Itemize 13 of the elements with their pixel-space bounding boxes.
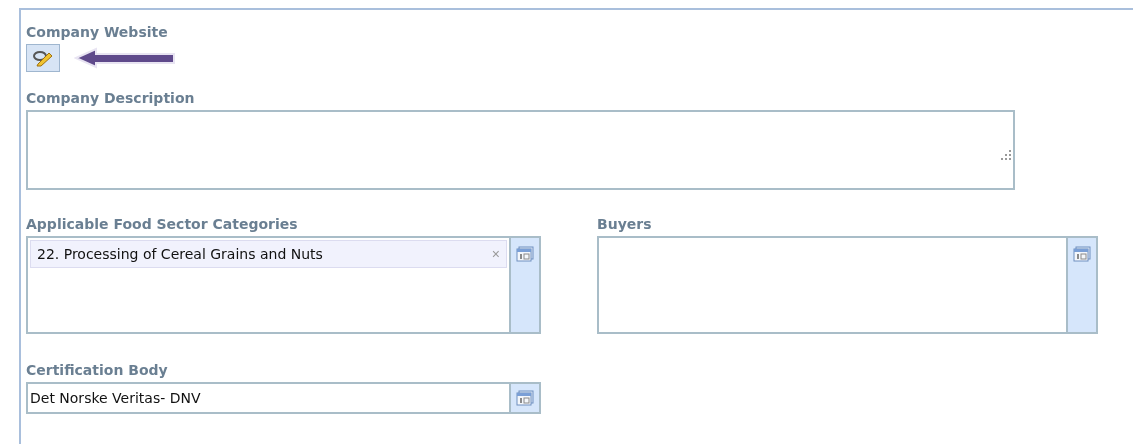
field-label: Buyers: [597, 216, 652, 232]
tag-text: 22. Processing of Cereal Grains and Nuts: [37, 246, 323, 262]
description-field[interactable]: [26, 110, 1015, 190]
resize-grip-icon: [1000, 149, 1012, 161]
lookup-field[interactable]: Det Norske Veritas- DNV: [26, 382, 541, 414]
multi-select-field[interactable]: [597, 236, 1098, 334]
field-label: Certification Body: [26, 362, 168, 378]
pencil-chain-icon: [32, 49, 54, 67]
multi-select-field[interactable]: 22. Processing of Cereal Grains and Nuts ×: [26, 236, 541, 334]
field-label: Applicable Food Sector Categories: [26, 216, 298, 232]
field-label: Company Description: [26, 90, 195, 106]
edit-link-button[interactable]: [26, 44, 60, 72]
field-label: Company Website: [26, 24, 168, 40]
